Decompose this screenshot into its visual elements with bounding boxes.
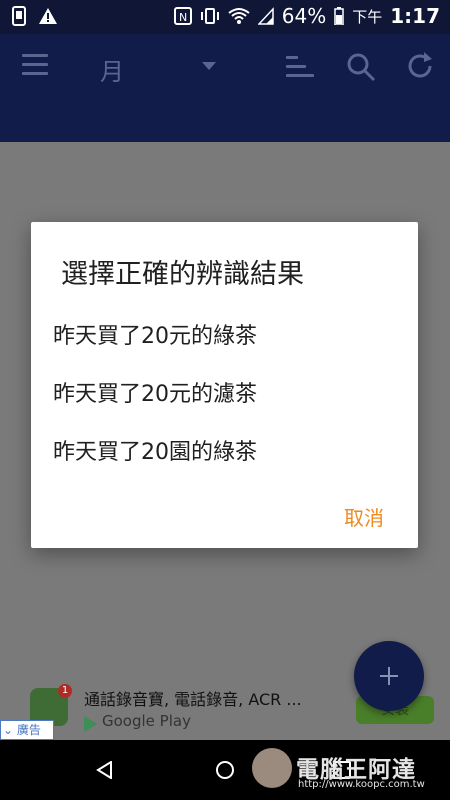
battery-icon	[334, 7, 344, 25]
sort-icon[interactable]	[286, 56, 314, 78]
watermark-face-icon	[252, 748, 292, 788]
period-selector-label[interactable]: 月	[100, 52, 124, 87]
svg-text:N: N	[179, 11, 187, 24]
refresh-icon[interactable]	[404, 50, 436, 82]
app-bar: 月	[0, 34, 450, 142]
status-time: 1:17	[390, 4, 440, 28]
dialog-option[interactable]: 昨天買了20元的綠茶	[53, 318, 257, 350]
menu-icon[interactable]	[22, 54, 48, 76]
cancel-button[interactable]: 取消	[344, 502, 384, 531]
dialog-title: 選擇正確的辨識結果	[61, 259, 304, 290]
recognition-result-dialog: 選擇正確的辨識結果 昨天買了20元的綠茶 昨天買了20元的濾茶 昨天買了20園的…	[31, 222, 418, 548]
back-icon[interactable]	[96, 761, 114, 779]
ad-title[interactable]: 通話錄音寶, 電話錄音, ACR ...	[84, 686, 302, 710]
wifi-icon	[228, 8, 250, 24]
ad-store-label: Google Play	[102, 712, 191, 730]
dialog-option[interactable]: 昨天買了20元的濾茶	[53, 376, 257, 408]
signal-icon	[257, 7, 274, 25]
search-icon[interactable]	[346, 52, 376, 82]
chevron-down-icon: ⌄	[3, 723, 14, 737]
home-icon[interactable]	[216, 761, 234, 779]
google-play-icon	[84, 716, 97, 732]
ad-label-text: 廣告	[16, 723, 41, 737]
status-ampm: 下午	[352, 7, 383, 26]
dialog-option[interactable]: 昨天買了20園的綠茶	[53, 434, 257, 466]
vibrate-icon	[200, 8, 219, 24]
warning-icon	[39, 8, 57, 24]
navigation-bar: 電腦王阿達 http://www.koopc.com.tw	[0, 740, 450, 800]
notification-badge: 1	[58, 684, 72, 698]
add-button[interactable]	[354, 641, 424, 711]
phone-icon	[12, 6, 26, 26]
nfc-icon: N	[173, 7, 192, 25]
watermark-url: http://www.koopc.com.tw	[298, 779, 425, 790]
battery-percent: 64%	[281, 4, 327, 28]
ad-label[interactable]: ⌄ 廣告	[0, 720, 54, 740]
watermark: 電腦王阿達 http://www.koopc.com.tw	[252, 746, 442, 794]
status-bar: N 64% 下午 1:17	[0, 0, 450, 34]
dropdown-arrow-icon[interactable]	[202, 62, 216, 70]
